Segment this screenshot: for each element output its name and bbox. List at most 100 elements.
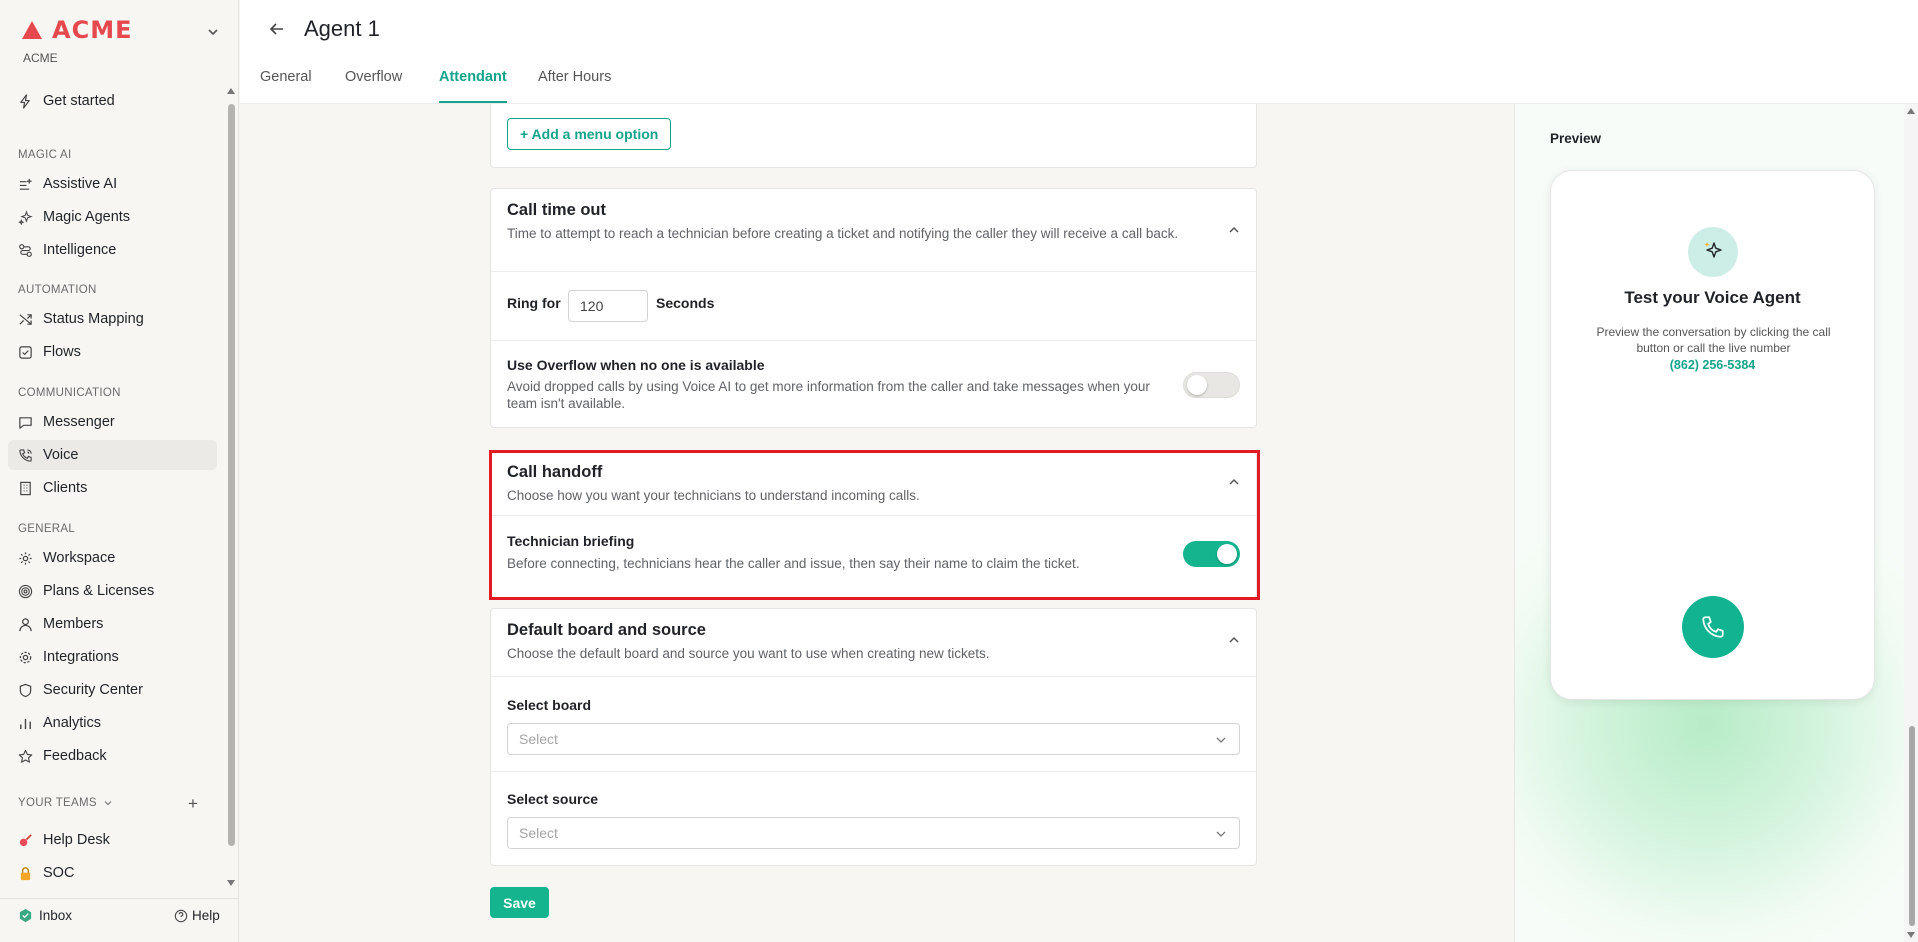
gear-icon [19, 551, 32, 565]
chevron-down-icon [1216, 831, 1226, 837]
divider [491, 271, 1256, 272]
save-button[interactable]: Save [490, 887, 549, 918]
sidebar-item-messenger[interactable]: Messenger [8, 407, 217, 437]
tab-overflow[interactable]: Overflow [345, 69, 402, 85]
sidebar-item-workspace[interactable]: Workspace [8, 543, 217, 573]
seconds-label: Seconds [656, 295, 715, 311]
sidebar-item-intelligence[interactable]: Intelligence [8, 235, 217, 265]
checkbox-icon [19, 345, 32, 359]
cog-icon [19, 651, 32, 663]
sidebar-item-label: Messenger [43, 414, 115, 430]
ring-for-label: Ring for [507, 295, 561, 311]
sidebar-item-label: Status Mapping [43, 311, 144, 327]
sidebar-item-security-center[interactable]: Security Center [8, 675, 217, 705]
help-label: Help [192, 908, 220, 923]
help-link[interactable]: Help [174, 908, 220, 923]
page-scroll-down[interactable] [1907, 932, 1915, 938]
sidebar-item-assistive-ai[interactable]: Assistive AI [8, 169, 217, 199]
sidebar-item-label: Magic Agents [43, 209, 131, 225]
sidebar-item-integrations[interactable]: Integrations [8, 642, 217, 672]
default-board-card: Default board and source Choose the defa… [490, 608, 1257, 866]
sidebar-item-label: Security Center [43, 682, 143, 698]
chevron-up-icon[interactable] [1227, 223, 1241, 237]
acme-triangle-icon [22, 21, 42, 39]
select-source-placeholder: Select [519, 825, 558, 841]
sidebar-item-label: Analytics [43, 715, 102, 731]
divider [491, 676, 1256, 677]
overflow-description: Avoid dropped calls by using Voice AI to… [507, 379, 1150, 411]
card-description: Choose the default board and source you … [507, 646, 990, 661]
sparkle-badge [1688, 227, 1738, 277]
sidebar-item-feedback[interactable]: Feedback [8, 741, 217, 771]
call-button[interactable] [1682, 596, 1744, 658]
sidebar-item-members[interactable]: Members [8, 609, 217, 639]
sidebar-item-flows[interactable]: Flows [8, 337, 217, 367]
sidebar-item-label: Assistive AI [43, 176, 118, 192]
star-icon [18, 749, 33, 763]
sidebar-item-label: Get started [43, 93, 115, 109]
chevron-up-icon[interactable] [1227, 633, 1241, 647]
chevron-down-icon [1216, 737, 1226, 743]
page-scrollbar[interactable] [1909, 726, 1915, 926]
active-tab-indicator [439, 101, 507, 103]
page-scroll-up[interactable] [1907, 108, 1915, 114]
menu-options-card: + Add a menu option [490, 104, 1257, 168]
add-menu-option-button[interactable]: + Add a menu option [507, 118, 672, 150]
sidebar-scrollbar[interactable] [228, 104, 235, 846]
highlight-box [489, 450, 1260, 600]
brand-logo[interactable]: ACME [22, 16, 132, 44]
sidebar-item-voice[interactable]: Voice [8, 440, 217, 470]
sidebar-item-label: Clients [43, 480, 88, 496]
sidebar-item-clients[interactable]: Clients [8, 473, 217, 503]
tab-general[interactable]: General [260, 69, 312, 85]
chevron-down-icon[interactable] [205, 24, 221, 40]
divider [491, 340, 1256, 341]
preview-title: Test your Voice Agent [1624, 288, 1801, 307]
sidebar-item-label: Voice [43, 447, 79, 463]
intelligence-icon [19, 243, 32, 257]
preview-label: Preview [1550, 131, 1602, 146]
sidebar-item-plans-licenses[interactable]: Plans & Licenses [8, 576, 217, 606]
sidebar-item-get-started[interactable]: Get started [8, 86, 217, 116]
shuffle-icon [19, 313, 32, 325]
sidebar-item-label: Help Desk [43, 832, 110, 848]
overflow-toggle[interactable] [1183, 372, 1240, 398]
sidebar-item-magic-agents[interactable]: Magic Agents [8, 202, 217, 232]
back-arrow-icon[interactable] [268, 20, 286, 38]
sidebar-item-label: Flows [43, 344, 81, 360]
inbox-label: Inbox [39, 908, 73, 923]
tab-after-hours[interactable]: After Hours [538, 69, 611, 85]
sidebar-item-help-desk[interactable]: Help Desk [8, 825, 217, 855]
select-source-dropdown[interactable]: Select [507, 817, 1240, 849]
sidebar-item-soc[interactable]: SOC [8, 858, 217, 888]
preview-panel: Preview Test your Voice Agent Preview th… [1514, 104, 1904, 942]
tab-attendant[interactable]: Attendant [439, 69, 507, 85]
sidebar-item-status-mapping[interactable]: Status Mapping [8, 304, 217, 334]
sidebar-scroll-down[interactable] [227, 880, 235, 886]
sidebar-item-label: Feedback [43, 748, 107, 764]
sidebar-item-label: Intelligence [43, 242, 117, 258]
section-label-your-teams[interactable]: YOUR TEAMS [18, 797, 113, 809]
section-label-automation: AUTOMATION [18, 284, 97, 296]
sidebar-item-label: SOC [43, 865, 75, 881]
phone-icon [1702, 616, 1724, 638]
sidebar-scroll-up[interactable] [227, 88, 235, 94]
sidebar-item-analytics[interactable]: Analytics [8, 708, 217, 738]
phone-icon [19, 448, 32, 462]
lock-icon [20, 866, 31, 880]
divider [491, 771, 1256, 772]
ring-for-input[interactable]: 120 [568, 290, 648, 322]
help-desk-team-icon [19, 833, 32, 846]
call-timeout-card: Call time out Time to attempt to reach a… [490, 188, 1257, 428]
chevron-down-icon [104, 801, 112, 806]
select-board-dropdown[interactable]: Select [507, 723, 1240, 755]
preview-phone-number[interactable]: (862) 256-5384 [1551, 358, 1874, 372]
select-source-label: Select source [507, 791, 599, 807]
preview-description: Preview the conversation by clicking the… [1596, 325, 1831, 355]
inbox-link[interactable]: Inbox [18, 908, 72, 923]
workspace-name: ACME [23, 51, 58, 65]
sidebar-item-label: Plans & Licenses [43, 583, 155, 599]
lightning-icon [20, 93, 30, 109]
building-icon [20, 481, 31, 495]
add-team-button[interactable]: + [188, 794, 198, 814]
